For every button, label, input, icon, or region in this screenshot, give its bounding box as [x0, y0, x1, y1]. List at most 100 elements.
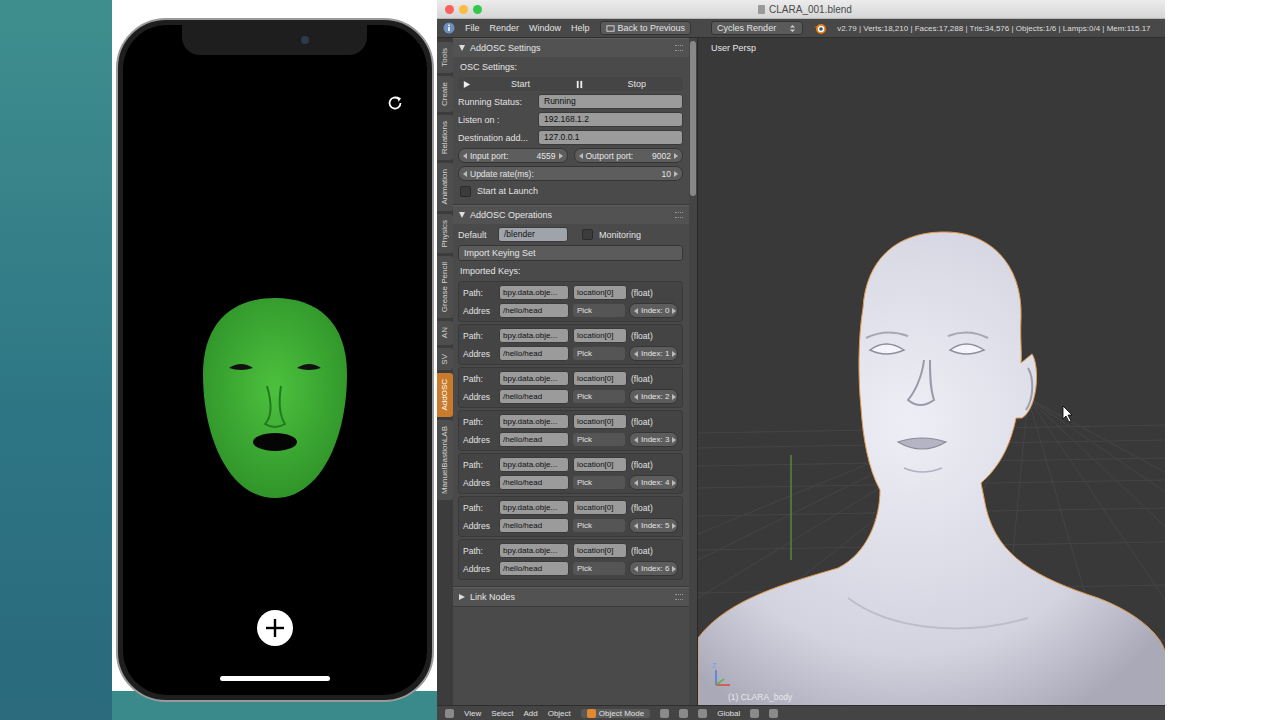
property-field[interactable]: location[0] — [573, 285, 627, 300]
scene-canvas[interactable]: z — [698, 38, 1165, 705]
port-field[interactable]: Outport port:9002 — [574, 148, 684, 163]
shelf-tab[interactable]: Tools — [437, 42, 453, 73]
address-field[interactable]: /hello/head — [499, 389, 569, 404]
disclosure-icon[interactable] — [459, 594, 465, 600]
pick-button[interactable]: Pick — [573, 433, 625, 446]
monitoring-checkbox[interactable]: Monitoring — [582, 229, 641, 240]
decrement-icon[interactable] — [579, 153, 583, 159]
panel-header[interactable]: AddOSC Settings — [453, 38, 689, 57]
increment-icon[interactable] — [672, 308, 676, 314]
address-field[interactable]: /hello/head — [499, 432, 569, 447]
index-field[interactable]: Index: 1 — [629, 346, 678, 361]
character-model[interactable] — [698, 232, 1165, 705]
minimize-icon[interactable] — [459, 5, 468, 14]
shelf-tab[interactable]: Create — [437, 76, 453, 112]
menu-item[interactable]: File — [465, 23, 480, 33]
grip-icon[interactable] — [675, 45, 683, 51]
checkbox-icon[interactable] — [460, 186, 471, 197]
property-field[interactable]: location[0] — [573, 328, 627, 343]
index-field[interactable]: Index: 2 — [629, 389, 678, 404]
increment-icon[interactable] — [672, 480, 676, 486]
start-button[interactable]: Start — [458, 78, 571, 90]
pick-button[interactable]: Pick — [573, 476, 625, 489]
increment-icon[interactable] — [559, 153, 563, 159]
decrement-icon[interactable] — [634, 351, 638, 357]
panel-header[interactable]: Link Nodes — [453, 587, 689, 606]
footer-menu-item[interactable]: Add — [523, 709, 537, 718]
close-icon[interactable] — [445, 5, 454, 14]
path-field[interactable]: bpy.data.obje... — [499, 457, 569, 472]
layers-icon[interactable] — [750, 709, 759, 718]
shelf-tab[interactable]: SV — [437, 348, 453, 371]
grip-icon[interactable] — [675, 212, 683, 218]
menu-item[interactable]: Help — [571, 23, 590, 33]
decrement-icon[interactable] — [634, 566, 638, 572]
shading-icon[interactable] — [660, 709, 669, 718]
path-field[interactable]: bpy.data.obje... — [499, 414, 569, 429]
address-field[interactable]: /hello/head — [499, 303, 569, 318]
home-indicator[interactable] — [220, 676, 330, 681]
decrement-icon[interactable] — [634, 523, 638, 529]
increment-icon[interactable] — [672, 394, 676, 400]
property-field[interactable]: location[0] — [573, 414, 627, 429]
address-field[interactable]: /hello/head — [499, 346, 569, 361]
increment-icon[interactable] — [674, 171, 678, 177]
setting-field[interactable]: 127.0.0.1 — [538, 130, 683, 145]
decrement-icon[interactable] — [634, 308, 638, 314]
update-rate-field[interactable]: Update rate(ms):10 — [458, 166, 683, 181]
disclosure-icon[interactable] — [459, 212, 465, 218]
increment-icon[interactable] — [672, 351, 676, 357]
property-field[interactable]: location[0] — [573, 500, 627, 515]
editor-type-icon[interactable] — [445, 709, 454, 718]
scrollbar[interactable] — [689, 38, 697, 705]
shelf-tab[interactable]: ManuelBastionLAB — [437, 420, 453, 500]
path-field[interactable]: bpy.data.obje... — [499, 285, 569, 300]
decrement-icon[interactable] — [463, 153, 467, 159]
disclosure-icon[interactable] — [459, 45, 465, 51]
snap-icon[interactable] — [769, 709, 778, 718]
stop-button[interactable]: Stop — [571, 78, 684, 90]
pick-button[interactable]: Pick — [573, 347, 625, 360]
index-field[interactable]: Index: 5 — [629, 518, 678, 533]
path-field[interactable]: bpy.data.obje... — [499, 328, 569, 343]
menu-item[interactable]: Render — [490, 23, 520, 33]
grip-icon[interactable] — [675, 594, 683, 600]
index-field[interactable]: Index: 0 — [629, 303, 678, 318]
import-keying-set-button[interactable]: Import Keying Set — [458, 245, 683, 261]
scrollbar-thumb[interactable] — [690, 41, 696, 196]
shelf-tab[interactable]: Relations — [437, 115, 453, 160]
setting-field[interactable]: Running — [538, 94, 683, 109]
index-field[interactable]: Index: 3 — [629, 432, 678, 447]
start-at-launch-checkbox[interactable]: Start at Launch — [458, 184, 683, 198]
pick-button[interactable]: Pick — [573, 519, 625, 532]
path-field[interactable]: bpy.data.obje... — [499, 371, 569, 386]
zoom-icon[interactable] — [473, 5, 482, 14]
manipulator-icon[interactable] — [698, 709, 707, 718]
pick-button[interactable]: Pick — [573, 304, 625, 317]
index-field[interactable]: Index: 4 — [629, 475, 678, 490]
default-address-field[interactable]: /blender — [498, 227, 568, 242]
add-button-icon[interactable] — [257, 610, 293, 646]
property-field[interactable]: location[0] — [573, 543, 627, 558]
index-field[interactable]: Index: 6 — [629, 561, 678, 576]
pick-button[interactable]: Pick — [573, 390, 625, 403]
address-field[interactable]: /hello/head — [499, 518, 569, 533]
property-field[interactable]: location[0] — [573, 371, 627, 386]
path-field[interactable]: bpy.data.obje... — [499, 500, 569, 515]
decrement-icon[interactable] — [634, 480, 638, 486]
footer-menu-item[interactable]: View — [464, 709, 481, 718]
mode-dropdown[interactable]: Object Mode — [581, 709, 650, 718]
info-icon[interactable] — [443, 22, 455, 34]
render-engine-dropdown[interactable]: Cycles Render — [711, 21, 803, 35]
shelf-tab[interactable]: Grease Pencil — [437, 256, 453, 318]
3d-viewport[interactable]: zUser Persp(1) CLARA_body — [698, 38, 1165, 705]
address-field[interactable]: /hello/head — [499, 561, 569, 576]
reload-icon[interactable] — [385, 93, 405, 113]
increment-icon[interactable] — [674, 153, 678, 159]
back-to-previous-button[interactable]: Back to Previous — [600, 21, 692, 35]
footer-menu-item[interactable]: Object — [548, 709, 571, 718]
increment-icon[interactable] — [672, 523, 676, 529]
decrement-icon[interactable] — [463, 171, 467, 177]
increment-icon[interactable] — [672, 566, 676, 572]
setting-field[interactable]: 192.168.1.2 — [538, 112, 683, 127]
